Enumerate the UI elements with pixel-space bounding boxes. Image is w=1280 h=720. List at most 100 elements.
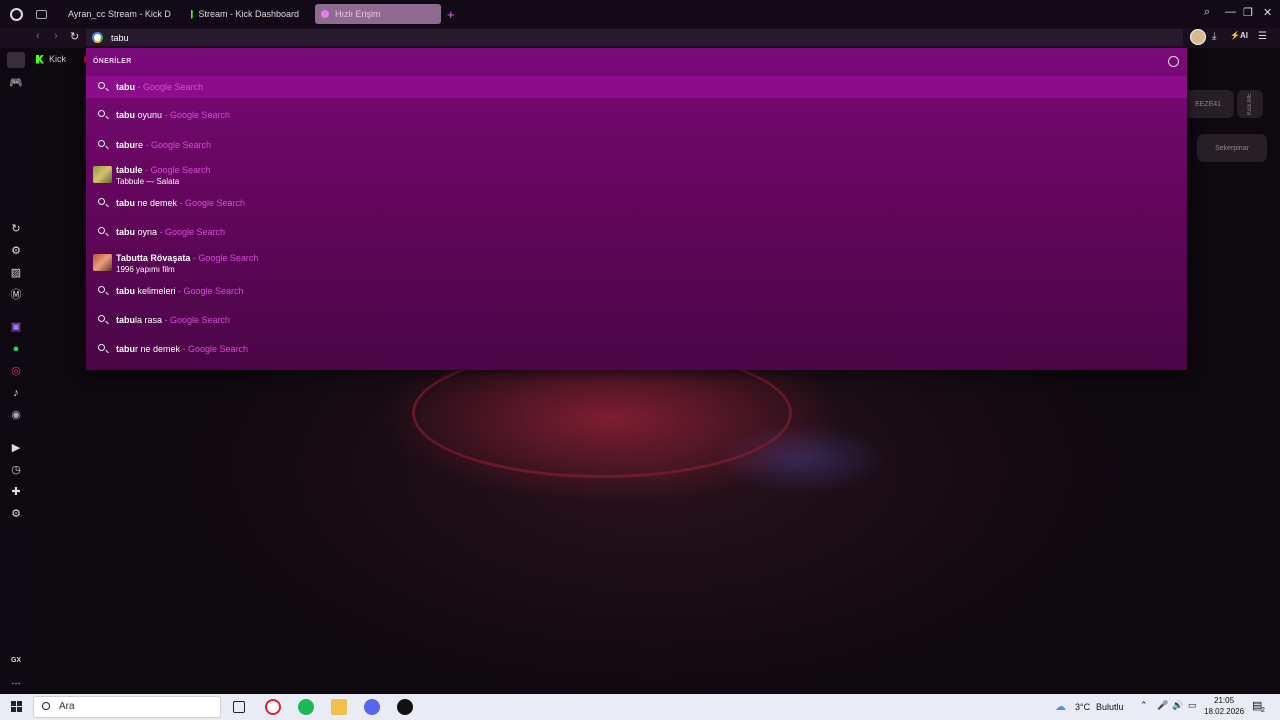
suggestion-completion: oyna bbox=[135, 227, 158, 237]
messenger-icon[interactable]: Ⓜ bbox=[9, 288, 23, 302]
suggestion-subtitle: Tabbule — Salata bbox=[116, 177, 180, 186]
twitch-icon[interactable]: ▣ bbox=[9, 320, 23, 334]
tab-label: Ayran_cc Stream - Kick D bbox=[68, 9, 171, 19]
taskbar-search[interactable]: Ara bbox=[33, 696, 221, 718]
close-icon[interactable]: ✕ bbox=[1263, 6, 1272, 19]
tab-list-icon[interactable] bbox=[36, 9, 47, 19]
opera-menu-icon[interactable] bbox=[10, 7, 23, 21]
tab-speed-dial[interactable]: Hızlı Erişim bbox=[315, 4, 441, 24]
extensions-icon[interactable]: ✚ bbox=[9, 485, 23, 499]
tiktok-icon[interactable]: ♪ bbox=[9, 386, 23, 400]
suggestion-row[interactable]: tabu - Google Search bbox=[86, 76, 1187, 98]
opera-gx-icon[interactable] bbox=[265, 699, 281, 715]
bookmark-kick[interactable]: Kick bbox=[49, 54, 66, 64]
suggestion-match: tabu bbox=[116, 227, 135, 237]
speed-dial-card-label: Kick.ME bbox=[1247, 92, 1253, 115]
suggestion-row[interactable]: tabu ne demek - Google Search bbox=[86, 192, 1187, 214]
search-icon bbox=[98, 110, 105, 117]
more-icon[interactable]: ... bbox=[9, 674, 23, 688]
suggestion-text: tabu kelimeleri - Google Search bbox=[116, 286, 244, 296]
speed-dial-card[interactable]: Kick.ME bbox=[1237, 90, 1263, 118]
tab-ayran-stream[interactable]: Ayran_cc Stream - Kick D bbox=[57, 4, 175, 24]
cleaner-icon[interactable]: ▨ bbox=[9, 266, 23, 280]
weather-desc[interactable]: Bulutlu bbox=[1096, 702, 1124, 712]
new-tab-plus-icon[interactable]: + bbox=[447, 7, 455, 22]
suggestion-row[interactable]: tabu kelimeleri - Google Search bbox=[86, 280, 1187, 302]
suggestion-row[interactable]: tabu oyunu - Google Search bbox=[86, 104, 1187, 126]
download-icon[interactable]: ⤓ bbox=[1212, 31, 1216, 42]
speed-dial-card-label: Sekerpinar bbox=[1215, 144, 1249, 152]
suggestion-row[interactable]: tabule - Google Search Tabbule — Salata bbox=[86, 160, 1187, 190]
reload-icon[interactable]: ↻ bbox=[70, 30, 79, 43]
suggestion-row[interactable]: tabur ne demek - Google Search bbox=[86, 338, 1187, 360]
refresh-icon[interactable]: ↻ bbox=[9, 222, 23, 236]
suggestion-row[interactable]: Tabutta Rövaşata - Google Search 1996 yap… bbox=[86, 248, 1187, 278]
task-view-icon[interactable] bbox=[233, 701, 245, 713]
suggestion-dropdown: ÖNERİLER tabu - Google Search tabu oyunu … bbox=[86, 48, 1187, 370]
discord-icon[interactable]: ◉ bbox=[9, 408, 23, 422]
search-icon bbox=[98, 286, 105, 293]
tab-kick-dashboard[interactable]: Stream - Kick Dashboard bbox=[185, 4, 305, 24]
volume-icon[interactable]: 🔊 bbox=[1172, 700, 1183, 711]
file-explorer-icon[interactable] bbox=[331, 699, 347, 715]
search-tabs-icon[interactable]: ⌕ bbox=[1204, 6, 1210, 19]
history-icon[interactable]: ◷ bbox=[9, 463, 23, 477]
suggestion-completion: re bbox=[135, 140, 144, 150]
home-icon[interactable] bbox=[7, 52, 25, 68]
suggestion-match: tabu bbox=[116, 344, 135, 354]
back-icon[interactable]: ‹ bbox=[36, 30, 40, 42]
gx-control-icon[interactable]: ⚙ bbox=[9, 244, 23, 258]
kick-icon bbox=[191, 9, 194, 19]
discord-icon[interactable] bbox=[364, 699, 380, 715]
suggestion-text: tabule - Google Search bbox=[116, 165, 211, 175]
weather-temp[interactable]: 3°C bbox=[1075, 702, 1090, 712]
suggestion-source: - Google Search bbox=[142, 165, 211, 175]
obs-icon[interactable] bbox=[397, 699, 413, 715]
suggestion-source: - Google Search bbox=[175, 286, 244, 296]
suggestion-row[interactable]: tabure - Google Search bbox=[86, 134, 1187, 156]
suggestion-row[interactable]: tabu oyna - Google Search bbox=[86, 221, 1187, 243]
suggestion-text: tabu oyna - Google Search bbox=[116, 227, 225, 237]
search-icon bbox=[42, 702, 50, 710]
gx-label[interactable]: GX bbox=[9, 654, 23, 668]
minimize-icon[interactable]: — bbox=[1225, 6, 1236, 18]
food-thumbnail bbox=[93, 166, 112, 183]
aria-ai-icon[interactable]: ⚡AI bbox=[1230, 31, 1248, 40]
spotify-icon[interactable] bbox=[298, 699, 314, 715]
emoji-icon[interactable] bbox=[1168, 56, 1179, 67]
gamepad-icon[interactable]: 🎮 bbox=[9, 76, 23, 90]
suggestion-text: tabu oyunu - Google Search bbox=[116, 110, 230, 120]
instagram-icon[interactable]: ◎ bbox=[9, 364, 23, 378]
clock-time[interactable]: 21:05 bbox=[1214, 696, 1234, 705]
suggestion-text: tabur ne demek - Google Search bbox=[116, 344, 248, 354]
tab-label: Stream - Kick Dashboard bbox=[198, 9, 299, 19]
suggestion-match: tabu bbox=[116, 140, 135, 150]
tab-label: Hızlı Erişim bbox=[335, 9, 381, 19]
address-bar-row: ‹ › ↻ ⤓ ⚡AI ☰ bbox=[0, 28, 1280, 48]
kick-icon bbox=[36, 54, 44, 64]
microphone-icon[interactable]: 🎤 bbox=[1157, 700, 1168, 711]
suggestion-source: - Google Search bbox=[190, 253, 259, 263]
bookmarks-bar: Kick bbox=[32, 48, 94, 70]
restore-icon[interactable]: ❐ bbox=[1243, 6, 1253, 19]
search-icon bbox=[98, 344, 105, 351]
tray-chevron-icon[interactable]: ⌃ bbox=[1140, 700, 1148, 711]
player-icon[interactable]: ▶ bbox=[9, 441, 23, 455]
search-placeholder: Ara bbox=[59, 701, 75, 712]
clock-date[interactable]: 18.02.2026 bbox=[1204, 707, 1244, 716]
speed-dial-card[interactable]: Sekerpinar bbox=[1197, 134, 1267, 162]
weather-icon[interactable]: ☁ bbox=[1055, 700, 1066, 713]
whatsapp-icon[interactable]: ● bbox=[9, 342, 23, 356]
suggestion-row[interactable]: tabula rasa - Google Search bbox=[86, 309, 1187, 331]
speed-dial-card[interactable]: EEZE41 bbox=[1182, 90, 1234, 118]
avatar[interactable] bbox=[1190, 29, 1206, 45]
menu-icon[interactable]: ☰ bbox=[1258, 31, 1267, 42]
settings-icon[interactable]: ⚙ bbox=[9, 507, 23, 521]
suggestion-source: - Google Search bbox=[162, 315, 231, 325]
windows-start-icon[interactable] bbox=[11, 701, 22, 712]
forward-icon[interactable]: › bbox=[54, 30, 58, 42]
tab-bar: Ayran_cc Stream - Kick D Stream - Kick D… bbox=[0, 0, 1280, 28]
suggestion-completion: ne demek bbox=[135, 198, 178, 208]
network-icon[interactable]: ▭ bbox=[1188, 700, 1197, 711]
address-input[interactable] bbox=[86, 29, 1183, 46]
